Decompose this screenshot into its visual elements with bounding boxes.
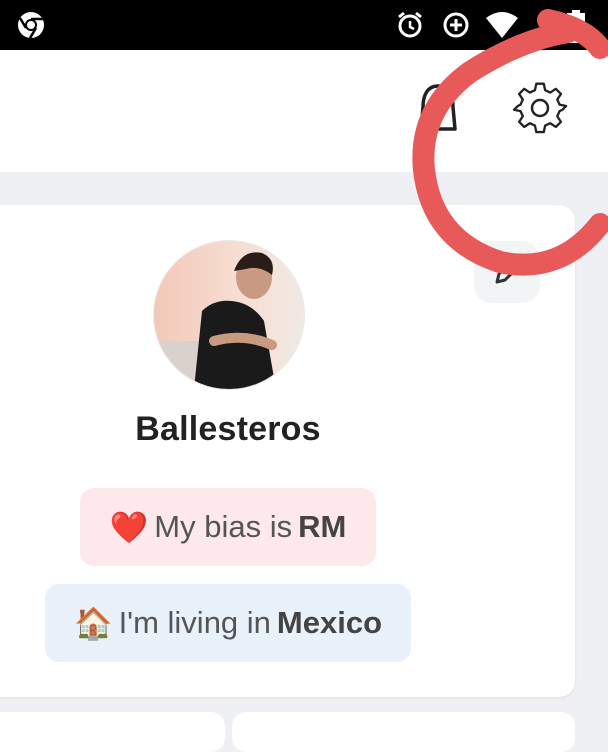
data-saver-icon <box>441 10 471 45</box>
bias-value: RM <box>298 509 347 544</box>
profile-avatar[interactable] <box>153 240 305 390</box>
battery-icon <box>566 10 586 49</box>
status-bar <box>0 0 608 50</box>
signal-icon <box>528 10 558 45</box>
living-prefix: I'm living in <box>118 605 271 640</box>
bias-chip: ❤️ My bias is RM <box>80 488 376 566</box>
gear-icon <box>512 82 568 143</box>
notifications-button[interactable] <box>408 80 468 140</box>
bottom-card-left <box>0 712 225 752</box>
heart-icon: ❤️ <box>109 509 149 545</box>
bottom-card-right <box>232 712 575 752</box>
chrome-icon <box>16 10 46 45</box>
profile-name: Ballesteros <box>135 410 321 448</box>
living-value: Mexico <box>276 605 383 640</box>
pencil-icon <box>487 250 527 295</box>
wifi-icon <box>484 10 520 45</box>
bias-prefix: My bias is <box>154 509 293 544</box>
bell-icon <box>415 83 461 138</box>
alarm-icon <box>395 10 425 45</box>
edit-profile-button[interactable] <box>474 241 540 303</box>
house-icon: 🏠 <box>73 605 113 641</box>
settings-button[interactable] <box>510 82 570 142</box>
living-chip: 🏠 I'm living in Mexico <box>45 584 411 662</box>
